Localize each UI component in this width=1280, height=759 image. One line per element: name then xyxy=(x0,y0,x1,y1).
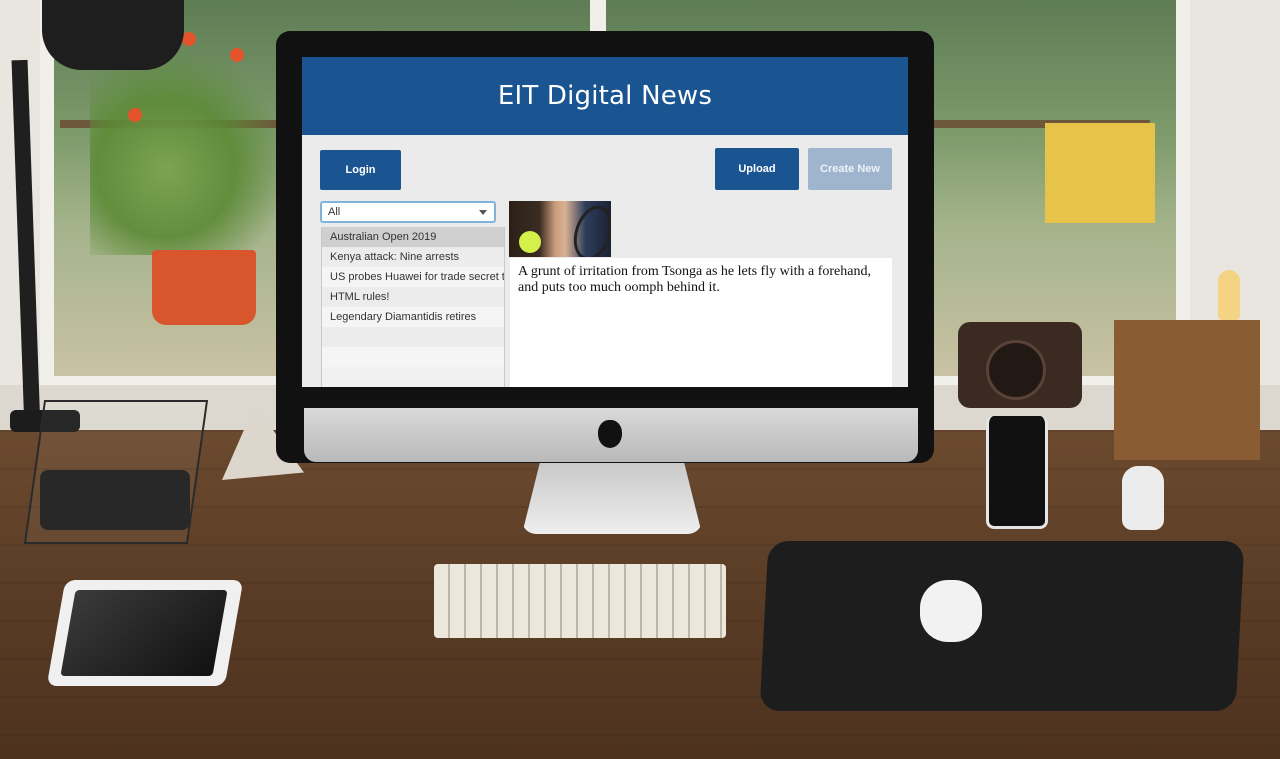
monitor-stand xyxy=(522,462,702,534)
app-header: EIT Digital News xyxy=(302,57,908,135)
mousepad xyxy=(759,541,1245,711)
flower xyxy=(230,48,244,62)
login-button[interactable]: Login xyxy=(320,150,401,190)
camera-lens xyxy=(986,340,1046,400)
wood-lamp-block xyxy=(1114,320,1260,460)
chevron-down-icon xyxy=(479,210,487,215)
list-item[interactable]: Legendary Diamantidis retires xyxy=(322,307,504,327)
app-title: EIT Digital News xyxy=(497,81,713,111)
bear-figurine xyxy=(1122,466,1164,530)
category-select-value: All xyxy=(328,206,341,218)
flower-pot xyxy=(152,250,256,325)
list-item-empty xyxy=(322,347,504,367)
upload-button[interactable]: Upload xyxy=(715,148,799,190)
flower-plant xyxy=(90,40,280,255)
terrarium xyxy=(23,400,209,544)
tennis-racket xyxy=(567,201,611,257)
category-select[interactable]: All xyxy=(320,201,496,223)
tablet-screen xyxy=(60,590,228,676)
lamp-head xyxy=(42,0,184,70)
app-screen: EIT Digital News Login Upload Create New… xyxy=(302,57,908,387)
article-list: Australian Open 2019 Kenya attack: Nine … xyxy=(321,227,505,387)
list-item[interactable]: HTML rules! xyxy=(322,287,504,307)
phone xyxy=(986,416,1048,529)
yellow-cloth xyxy=(1045,123,1155,223)
create-new-button[interactable]: Create New xyxy=(808,148,892,190)
flower xyxy=(182,32,196,46)
list-item[interactable]: US probes Huawei for trade secret theft xyxy=(322,267,504,287)
list-item[interactable]: Australian Open 2019 xyxy=(322,227,504,247)
flower xyxy=(128,108,142,122)
keyboard xyxy=(434,564,726,638)
list-item-empty xyxy=(322,327,504,347)
article-body: A grunt of irritation from Tsonga as he … xyxy=(510,258,892,387)
article-thumbnail xyxy=(509,201,611,257)
mouse xyxy=(920,580,982,642)
light-bulb xyxy=(1218,270,1240,320)
tennis-ball xyxy=(519,231,541,253)
apple-logo-icon xyxy=(598,420,622,448)
list-item[interactable]: Kenya attack: Nine arrests xyxy=(322,247,504,267)
